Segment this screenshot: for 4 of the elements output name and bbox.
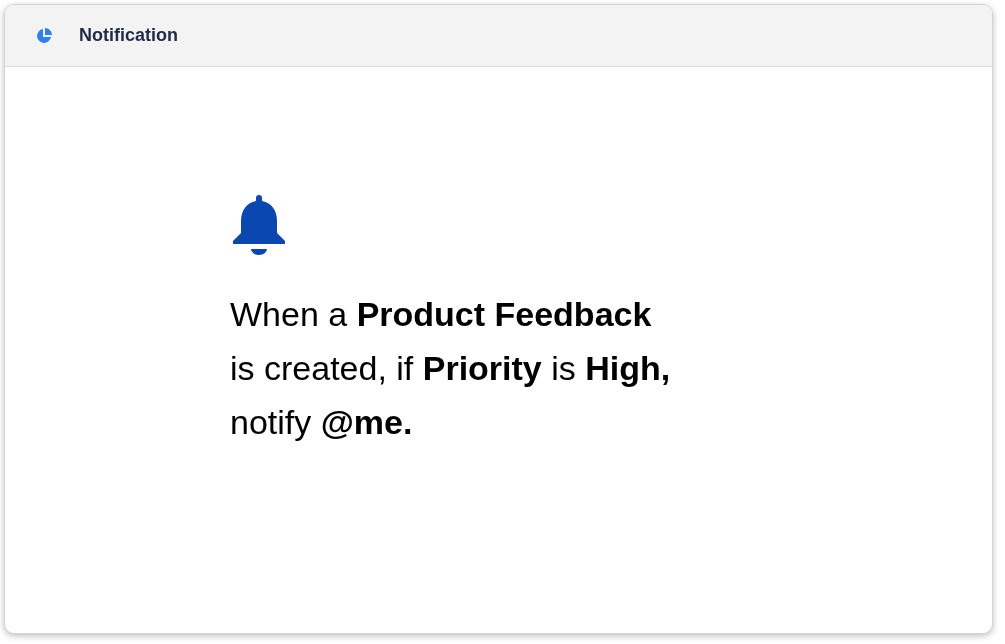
pie-chart-icon [35,26,53,45]
notification-rule-text: When a Product Feedback is created, if Priority is High, notify @me. [230,294,672,443]
bell-icon [230,195,288,257]
window-title: Notification [79,24,178,47]
